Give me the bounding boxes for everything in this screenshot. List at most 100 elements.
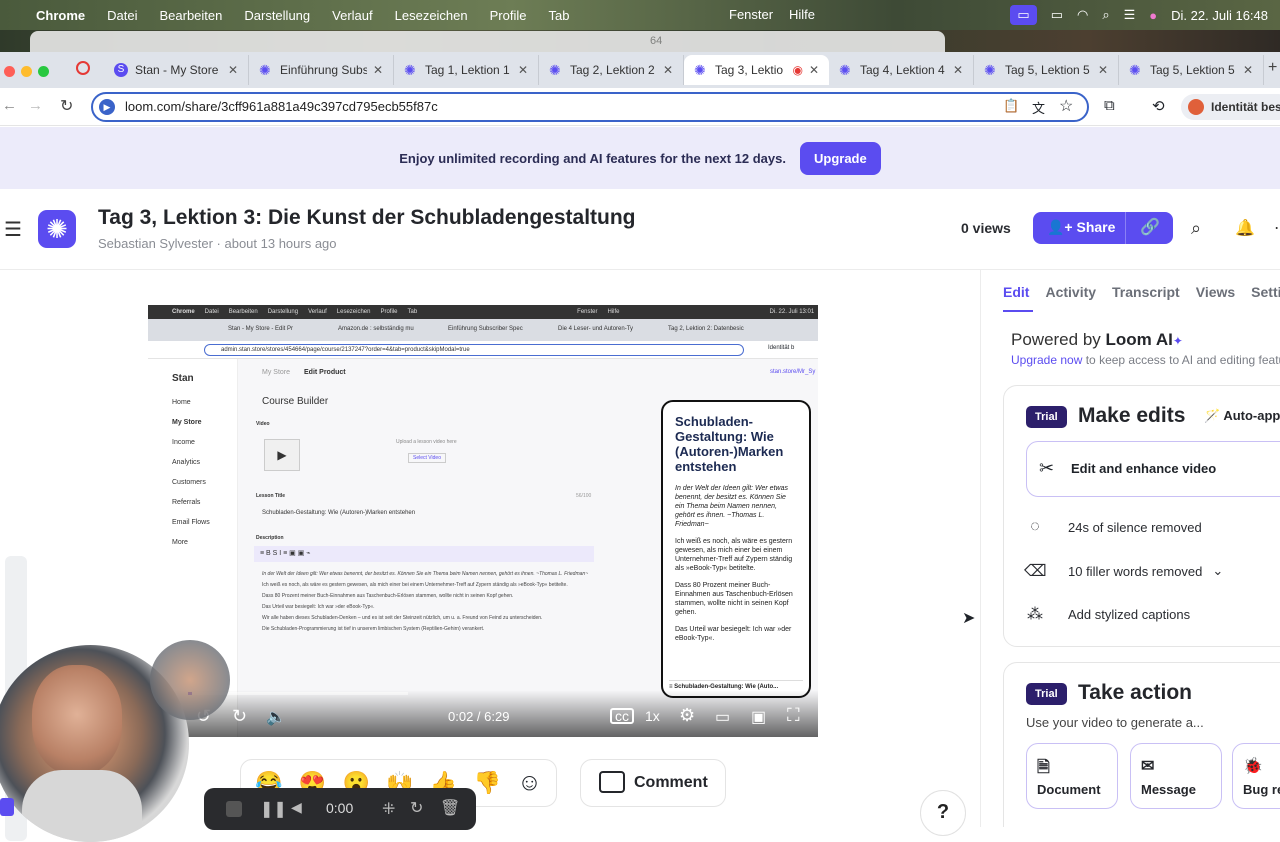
battery-icon[interactable]: ▭ [1051,7,1063,23]
tab-tag-2[interactable]: ✺ Tag 2, Lektion 2 ✕ [539,55,684,85]
rec-desc-line: Wir alle haben dieses Schubladen-Denken … [262,615,543,621]
back-icon[interactable]: ← [2,97,17,114]
recording-tab-icon[interactable] [76,61,90,75]
tab-tag-3-active[interactable]: ✺ Tag 3, Lektio ◉ ✕ [684,55,829,85]
tab-settings[interactable]: Settings [1251,284,1280,300]
upgrade-now-link[interactable]: Upgrade now [1011,353,1082,367]
siri-icon[interactable]: ● [1149,8,1157,23]
search-icon[interactable]: ⌕ [1191,218,1201,239]
minimize-window-button[interactable] [21,66,32,77]
datetime[interactable]: Di. 22. Juli 16:48 [1171,8,1268,23]
tab-transcript[interactable]: Transcript [1112,284,1180,300]
close-tab-icon[interactable]: ✕ [1098,63,1108,77]
menu-item-lesezeichen[interactable]: Lesezeichen [395,8,468,23]
search-icon[interactable]: ⌕ [1102,7,1109,23]
menu-item-profile[interactable]: Profile [490,8,527,23]
tab-label: Einführung Subs [280,63,367,77]
chevron-down-icon[interactable]: ⌄ [1212,563,1223,579]
silence-removed-row[interactable]: ◌ 24s of silence removed [1024,518,1201,536]
fullscreen-icon[interactable]: ⛶ [787,705,800,726]
video-player[interactable]: Chrome Datei Bearbeiten Darstellung Verl… [148,305,818,737]
tab-tag-4[interactable]: ✺ Tag 4, Lektion 4 ✕ [829,55,974,85]
views-count[interactable]: 0 views [961,220,1011,236]
add-reaction-icon[interactable]: ☺ [517,769,542,797]
control-center-icon[interactable]: ☰ [1124,7,1136,23]
author-name[interactable]: Sebastian Sylvester [98,236,213,251]
captions-icon[interactable]: cc [610,708,634,724]
extensions-icon[interactable]: ⧉ [1104,97,1115,114]
tab-tag-5[interactable]: ✺ Tag 5, Lektion 5 ✕ [974,55,1119,85]
zoom-window-button[interactable] [38,66,49,77]
reload-icon[interactable]: ↻ [60,96,73,116]
stylized-captions-row[interactable]: ⁂ Add stylized captions [1024,604,1190,624]
stop-recording-icon[interactable] [226,801,242,817]
volume-icon[interactable]: 🔈 [266,707,286,727]
mute-icon[interactable]: ◀ [291,799,302,816]
generate-message-button[interactable]: ✉ Message [1130,743,1222,809]
close-tab-icon[interactable]: ✕ [1243,63,1253,77]
loom-logo-icon[interactable]: ✺ [38,210,76,248]
menu-app-name[interactable]: Chrome [36,8,85,23]
new-tab-icon[interactable]: + [1268,59,1277,77]
translate-icon[interactable]: 文 [1032,98,1045,117]
screen-mirroring-icon[interactable]: ▭ [1010,5,1037,25]
close-tab-icon[interactable]: ✕ [518,63,528,77]
url-field[interactable]: ▶ loom.com/share/3cff961a881a49c397cd795… [91,92,1089,122]
filler-words-row[interactable]: ⌫ 10 filler words removed ⌄ [1024,561,1223,581]
tab-tag-5-b[interactable]: ✺ Tag 5, Lektion 5 ✕ [1119,55,1264,85]
drag-handle-icon[interactable]: ⁜ [382,799,395,819]
close-window-button[interactable] [4,66,15,77]
rec-video-placeholder-icon: ▶ [264,439,300,471]
close-tab-icon[interactable]: ✕ [953,63,963,77]
settings-gear-icon[interactable]: ⚙ [679,705,695,726]
auto-apply-toggle[interactable]: 🪄 Auto-appl [1204,408,1280,424]
tab-stan-my-store[interactable]: S Stan - My Store ✕ [104,55,249,85]
generate-document-button[interactable]: 🗎 Document [1026,743,1118,809]
share-button[interactable]: 👤+ Share [1047,219,1115,236]
tab-label: Stan - My Store [135,63,219,77]
close-tab-icon[interactable]: ✕ [809,63,819,77]
forward-5-icon[interactable]: ↻ [232,706,247,727]
edit-enhance-button[interactable]: ✂ Edit and enhance video [1026,441,1280,497]
theater-mode-icon[interactable]: ▭ [715,707,730,727]
tab-einfuehrung[interactable]: ✺ Einführung Subs ✕ [249,55,394,85]
menu-item-verlauf[interactable]: Verlauf [332,8,372,23]
help-button[interactable]: ? [920,790,966,836]
menu-item-darstellung[interactable]: Darstellung [244,8,310,23]
delete-recording-icon[interactable]: 🗑 [440,798,460,818]
profile-button[interactable]: Identität bes [1181,94,1280,120]
generate-bug-report-button[interactable]: 🐞 Bug re [1232,743,1280,809]
close-tab-icon[interactable]: ✕ [373,63,383,77]
comment-button[interactable]: Comment [580,759,726,807]
forward-icon[interactable]: → [28,97,43,114]
upgrade-button[interactable]: Upgrade [799,141,881,175]
bookmark-star-icon[interactable]: ☆ [1059,96,1073,116]
clipboard-icon[interactable]: 📋 [1003,98,1019,114]
more-options-icon[interactable]: ⋯ [1274,218,1280,238]
site-info-icon[interactable]: ▶ [99,99,115,115]
restart-icon[interactable]: ↻ [410,798,423,818]
page-title[interactable]: Tag 3, Lektion 3: Die Kunst der Schublad… [98,206,636,230]
pause-icon[interactable]: ❚❚ [260,799,287,819]
menu-item-bearbeiten[interactable]: Bearbeiten [159,8,222,23]
tab-activity[interactable]: Activity [1045,284,1096,300]
picture-in-picture-icon[interactable]: ▣ [751,707,766,727]
loom-extension-icon[interactable]: ⟲ [1152,97,1165,115]
menu-item-fenster[interactable]: Fenster [729,7,773,22]
tab-tag-1[interactable]: ✺ Tag 1, Lektion 1 ✕ [394,55,539,85]
close-tab-icon[interactable]: ✕ [228,63,238,77]
side-widget-icon[interactable] [0,798,14,816]
hamburger-menu-icon[interactable]: ☰ [4,217,22,242]
copy-link-icon[interactable]: 🔗 [1140,217,1160,237]
playback-speed[interactable]: 1x [645,708,660,724]
menu-item-datei[interactable]: Datei [107,8,137,23]
tab-views[interactable]: Views [1196,284,1235,300]
menu-item-hilfe[interactable]: Hilfe [789,7,815,22]
wifi-icon[interactable]: ◠ [1077,7,1088,23]
close-tab-icon[interactable]: ✕ [663,63,673,77]
tab-edit[interactable]: Edit [1003,284,1029,300]
reaction-thumbs-down-icon[interactable]: 👎 [474,770,501,796]
edit-enhance-label: Edit and enhance video [1071,461,1217,476]
notification-bell-icon[interactable]: 🔔 [1235,218,1255,238]
menu-item-tab[interactable]: Tab [548,8,569,23]
